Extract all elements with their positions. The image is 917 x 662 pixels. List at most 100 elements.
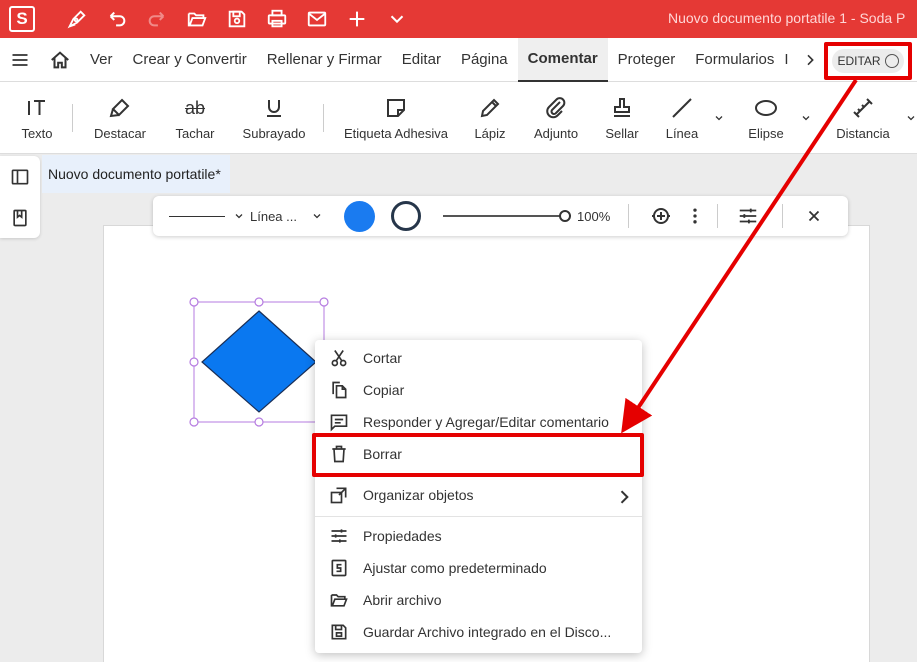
line-type-label: Línea ... [250, 208, 297, 224]
underline-icon [267, 99, 281, 117]
undo-icon [109, 11, 126, 27]
ctx-abrir-archivo[interactable]: Abrir archivo [315, 584, 642, 616]
folder-open-icon [330, 594, 348, 607]
more-options-button[interactable] [687, 196, 703, 236]
close-icon [808, 210, 820, 222]
propbar-divider [628, 204, 629, 228]
etiqueta-adhesiva-tool[interactable]: Etiqueta Adhesiva [340, 82, 452, 154]
menu-pagina[interactable]: Página [451, 38, 518, 82]
menu-bar: Ver Crear y Convertir Rellenar y Firmar … [0, 37, 917, 82]
bookmarks-button[interactable] [0, 197, 40, 238]
lapiz-label: Lápiz [474, 125, 506, 141]
ctx-copiar-label: Copiar [363, 382, 405, 398]
adjunto-tool[interactable]: Adjunto [530, 82, 582, 154]
line-style-dropdown[interactable] [169, 196, 245, 236]
menu-rellenar-y-firmar[interactable]: Rellenar y Firmar [257, 38, 392, 82]
ctx-ajustar-predeterminado[interactable]: Ajustar como predeterminado [315, 552, 642, 584]
print-button[interactable] [257, 0, 297, 38]
opacity-slider[interactable] [443, 196, 571, 236]
menu-crear-y-convertir[interactable]: Crear y Convertir [123, 38, 257, 82]
sticky-note-icon [387, 98, 405, 117]
comment-icon [330, 414, 348, 432]
ctx-organizar-label: Organizar objetos [363, 487, 474, 503]
window-title: Nuovo documento portatile 1 - Soda P [668, 10, 906, 26]
linea-label: Línea [665, 125, 699, 141]
ctx-organizar-objetos[interactable]: Organizar objetos [315, 479, 642, 511]
toggle-panel-button[interactable] [0, 156, 40, 197]
redo-button[interactable] [137, 0, 177, 38]
linea-tool[interactable]: Línea [660, 82, 704, 154]
hamburger-button[interactable] [0, 38, 40, 82]
ctx-ajustar-label: Ajustar como predeterminado [363, 560, 547, 576]
editar-toggle[interactable]: EDITAR [832, 49, 904, 73]
open-button[interactable] [177, 0, 217, 38]
chevron-right-icon [620, 490, 629, 504]
elipse-dropdown-button[interactable] [800, 112, 812, 127]
menu-ver[interactable]: Ver [80, 38, 123, 82]
menu-editar[interactable]: Editar [392, 38, 451, 82]
distancia-tool[interactable]: Distancia [832, 82, 894, 154]
tachar-label: Tachar [175, 125, 215, 141]
fill-color-button[interactable] [344, 196, 375, 236]
etiqueta-label: Etiqueta Adhesiva [343, 125, 449, 141]
distancia-dropdown-button[interactable] [905, 112, 917, 127]
scissors-icon [331, 350, 347, 367]
redo-icon [148, 11, 165, 27]
add-button[interactable] [649, 196, 673, 236]
selected-diamond-shape[interactable] [186, 293, 332, 429]
line-type-dropdown[interactable]: Línea ... [250, 196, 323, 236]
new-button[interactable] [337, 0, 377, 38]
ctx-cortar[interactable]: Cortar [315, 342, 642, 374]
document-tab[interactable]: Nuovo documento portatile* [42, 155, 230, 193]
opacity-slider-knob[interactable] [559, 210, 571, 222]
stroke-color-button[interactable] [391, 196, 421, 236]
customize-button[interactable] [377, 0, 417, 38]
borrar-highlight-box [312, 433, 644, 477]
app-logo[interactable]: S [9, 6, 35, 32]
bookmark-icon [13, 209, 27, 226]
strikethrough-icon: ab [184, 97, 206, 118]
paperclip-icon [546, 96, 566, 118]
elipse-tool[interactable]: Elipse [744, 82, 788, 154]
highlighter-icon [109, 98, 130, 117]
destacar-label: Destacar [93, 125, 147, 141]
print-icon [267, 9, 287, 28]
ctx-copiar[interactable]: Copiar [315, 374, 642, 406]
chevron-right-icon [807, 54, 815, 65]
home-button[interactable] [40, 38, 80, 82]
elipse-label: Elipse [748, 125, 784, 141]
sellar-tool[interactable]: Sellar [600, 82, 644, 154]
ctx-propiedades[interactable]: Propiedades [315, 520, 642, 552]
close-propbar-button[interactable] [805, 196, 823, 236]
save-icon [228, 10, 246, 28]
mail-button[interactable] [297, 0, 337, 38]
undo-button[interactable] [97, 0, 137, 38]
chevron-down-icon [907, 116, 915, 121]
menu-comentar[interactable]: Comentar [517, 37, 608, 82]
ctx-abrir-label: Abrir archivo [363, 592, 442, 608]
arrange-icon [330, 487, 347, 504]
menu-scroll-right-button[interactable] [798, 52, 822, 68]
quick-access-toolbar [57, 0, 417, 38]
editar-toggle-label: EDITAR [837, 54, 881, 68]
menu-formularios[interactable]: Formularios [685, 38, 784, 82]
linea-dropdown-button[interactable] [713, 112, 725, 127]
chevron-down-icon [235, 214, 243, 219]
save-button[interactable] [217, 0, 257, 38]
propbar-divider [782, 204, 783, 228]
properties-button[interactable] [737, 196, 759, 236]
diamond-shape[interactable] [201, 310, 317, 413]
tachar-tool[interactable]: ab Tachar [168, 82, 222, 154]
texto-tool[interactable]: Texto [14, 82, 60, 154]
line-sample-icon [169, 215, 225, 217]
subrayado-tool[interactable]: Subrayado [238, 82, 310, 154]
lapiz-tool[interactable]: Lápiz [468, 82, 512, 154]
adjunto-label: Adjunto [533, 125, 579, 141]
copy-icon [332, 381, 347, 399]
chevron-down-icon [715, 116, 723, 121]
distance-icon [853, 97, 873, 118]
ctx-guardar-archivo[interactable]: Guardar Archivo integrado en el Disco... [315, 616, 642, 648]
destacar-tool[interactable]: Destacar [88, 82, 152, 154]
pen-button[interactable] [57, 0, 97, 38]
menu-proteger[interactable]: Proteger [608, 38, 686, 82]
